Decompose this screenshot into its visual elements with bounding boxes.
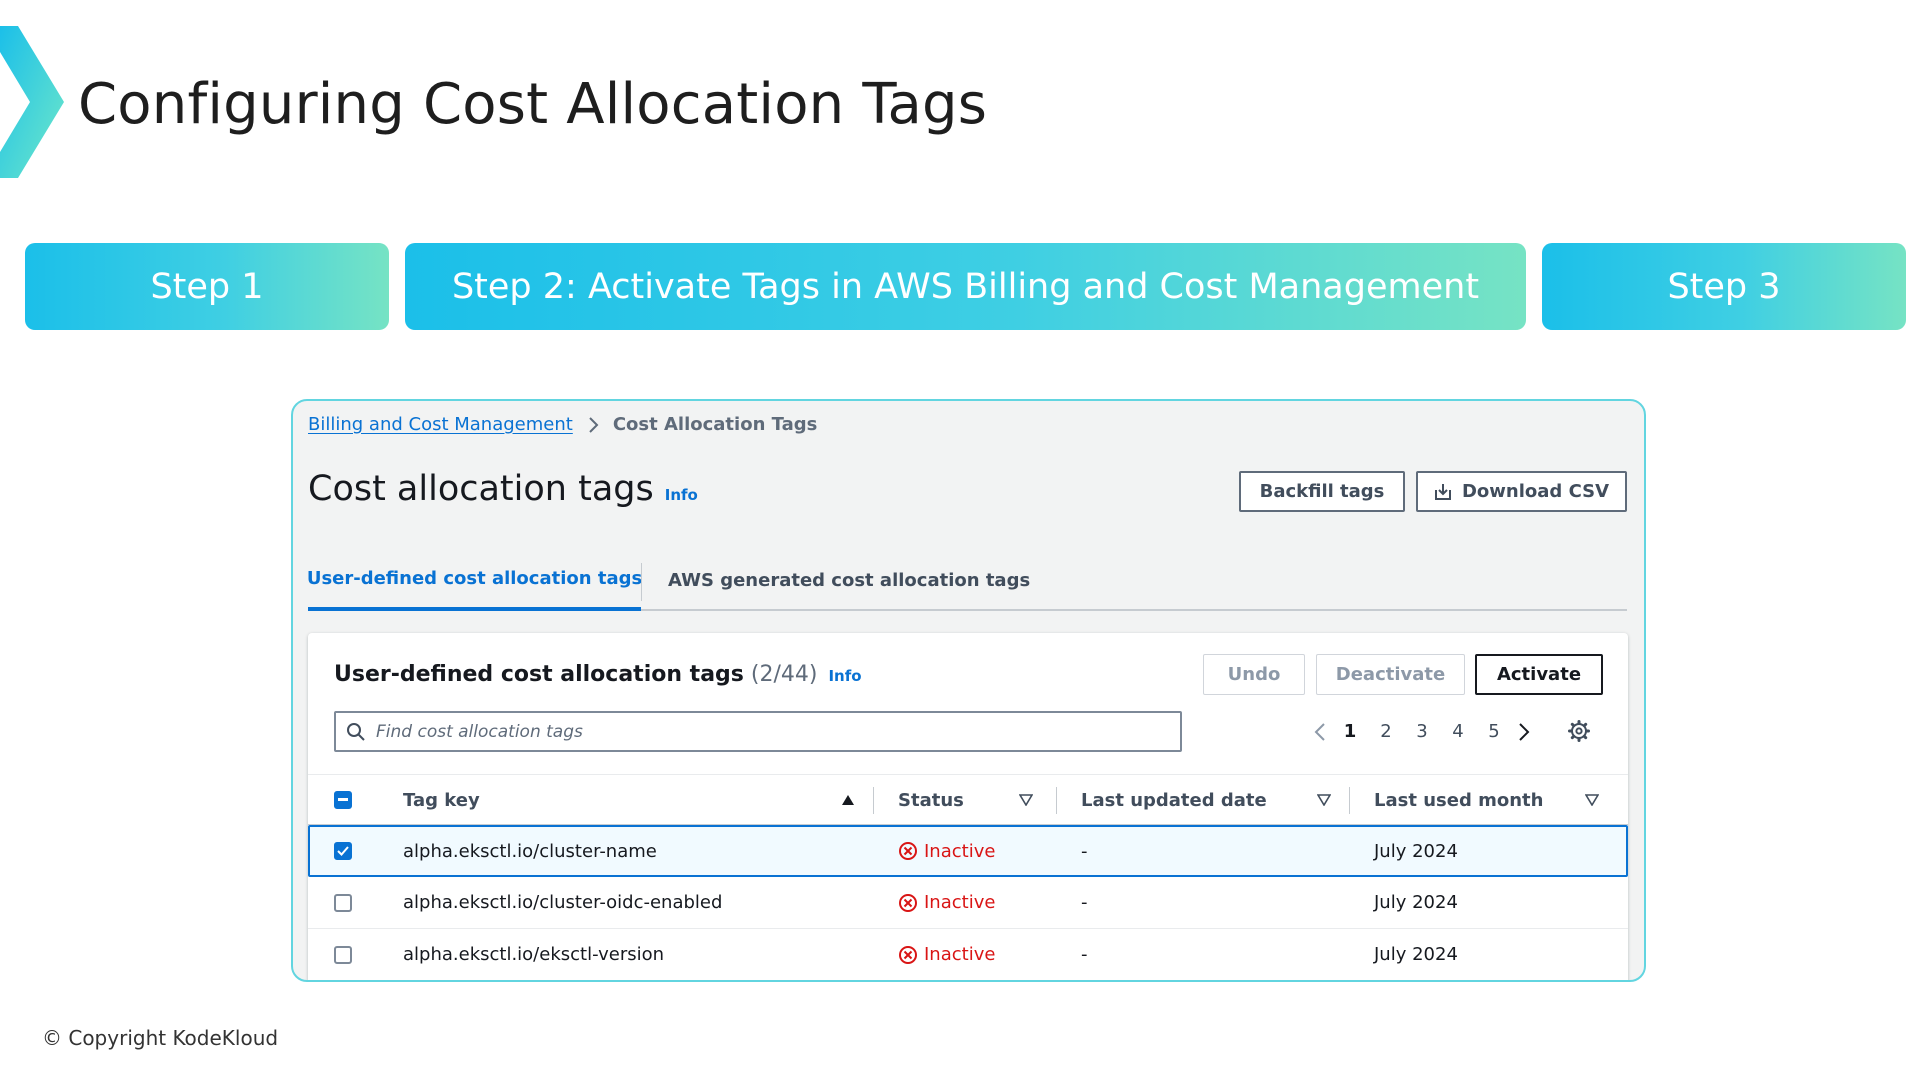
- column-last-updated[interactable]: Last updated date: [1081, 775, 1267, 826]
- page-number-5[interactable]: 5: [1476, 721, 1512, 742]
- deactivate-button[interactable]: Deactivate: [1316, 654, 1465, 695]
- breadcrumb: Billing and Cost Management Cost Allocat…: [308, 414, 817, 435]
- status-cell: Inactive: [898, 929, 995, 980]
- tab-aws-generated[interactable]: AWS generated cost allocation tags: [668, 549, 1030, 611]
- row-checkbox[interactable]: [334, 945, 352, 964]
- breadcrumb-billing-link[interactable]: Billing and Cost Management: [308, 414, 573, 435]
- last-used-cell: July 2024: [1374, 892, 1458, 913]
- status-text: Inactive: [924, 840, 996, 862]
- table-row[interactable]: alpha.eksctl.io/eksctl-version Inactive …: [308, 929, 1628, 980]
- table-title: User-defined cost allocation tags: [334, 662, 744, 687]
- activate-label: Activate: [1496, 664, 1582, 685]
- page-number-1[interactable]: 1: [1332, 721, 1368, 742]
- backfill-tags-label: Backfill tags: [1259, 481, 1385, 502]
- download-csv-label: Download CSV: [1461, 481, 1610, 502]
- row-checkbox[interactable]: [334, 893, 352, 912]
- undo-button[interactable]: Undo: [1203, 654, 1305, 695]
- column-separator: [1349, 787, 1350, 814]
- sort-icon[interactable]: [1585, 794, 1599, 806]
- step-1-banner: Step 1: [25, 243, 389, 330]
- page-number-2[interactable]: 2: [1368, 721, 1404, 742]
- download-icon: [1434, 483, 1452, 501]
- tag-key-cell: alpha.eksctl.io/cluster-oidc-enabled: [403, 892, 723, 913]
- page-number-4[interactable]: 4: [1440, 721, 1476, 742]
- status-cell: Inactive: [898, 877, 995, 928]
- deactivate-label: Deactivate: [1335, 664, 1446, 685]
- step-3-banner: Step 3: [1542, 243, 1906, 330]
- download-csv-button[interactable]: Download CSV: [1416, 471, 1627, 512]
- column-separator: [873, 787, 874, 814]
- chevron-left-icon[interactable]: [1308, 722, 1332, 742]
- last-used-cell: July 2024: [1374, 944, 1458, 965]
- tab-user-defined[interactable]: User-defined cost allocation tags: [307, 549, 642, 611]
- last-updated-cell: -: [1081, 892, 1088, 913]
- last-updated-cell: -: [1081, 944, 1088, 965]
- aws-console-panel: Billing and Cost Management Cost Allocat…: [291, 399, 1646, 982]
- sort-ascending-icon[interactable]: [841, 794, 855, 806]
- column-status[interactable]: Status: [898, 775, 964, 826]
- select-all-checkbox[interactable]: [334, 790, 352, 809]
- sort-icon[interactable]: [1317, 794, 1331, 806]
- row-checkbox[interactable]: [334, 842, 352, 860]
- activate-button[interactable]: Activate: [1475, 654, 1603, 695]
- table-row[interactable]: alpha.eksctl.io/cluster-oidc-enabled Ina…: [308, 877, 1628, 929]
- slide-title: Configuring Cost Allocation Tags: [78, 72, 988, 137]
- search-input[interactable]: [376, 721, 1156, 742]
- search-field[interactable]: [334, 711, 1182, 752]
- status-inactive-icon: [898, 893, 918, 913]
- tag-key-cell: alpha.eksctl.io/cluster-name: [403, 840, 657, 862]
- search-icon: [346, 722, 366, 742]
- last-updated-cell: -: [1081, 840, 1088, 862]
- step-2-banner: Step 2: Activate Tags in AWS Billing and…: [405, 243, 1526, 330]
- page-title: Cost allocation tags: [308, 469, 654, 509]
- undo-label: Undo: [1227, 664, 1281, 685]
- table-heading: User-defined cost allocation tags (2/44)…: [334, 662, 862, 687]
- status-inactive-icon: [898, 841, 918, 861]
- column-last-used[interactable]: Last used month: [1374, 775, 1543, 826]
- status-cell: Inactive: [898, 827, 995, 875]
- table-row[interactable]: alpha.eksctl.io/cluster-name Inactive - …: [308, 825, 1628, 877]
- tab-divider: [641, 563, 642, 601]
- tags-table-container: User-defined cost allocation tags (2/44)…: [308, 633, 1628, 980]
- tags-table: Tag key Status Last updated date Last us…: [308, 774, 1628, 980]
- last-used-cell: July 2024: [1374, 840, 1458, 862]
- kodekloud-chevron-logo: [0, 26, 64, 178]
- tag-key-cell: alpha.eksctl.io/eksctl-version: [403, 944, 665, 965]
- table-header-row: Tag key Status Last updated date Last us…: [308, 774, 1628, 825]
- status-text: Inactive: [924, 892, 996, 913]
- chevron-right-icon[interactable]: [1512, 722, 1536, 742]
- pagination: 1 2 3 4 5: [1308, 711, 1536, 752]
- column-tag-key[interactable]: Tag key: [403, 775, 480, 826]
- copyright-notice: © Copyright KodeKloud: [42, 1026, 279, 1050]
- sort-icon[interactable]: [1019, 794, 1033, 806]
- column-separator: [1056, 787, 1057, 814]
- gear-icon[interactable]: [1568, 720, 1590, 742]
- table-info-link[interactable]: Info: [828, 667, 861, 685]
- status-text: Inactive: [924, 944, 996, 965]
- chevron-right-icon: [587, 416, 599, 434]
- page-info-link[interactable]: Info: [665, 486, 698, 504]
- backfill-tags-button[interactable]: Backfill tags: [1239, 471, 1405, 512]
- breadcrumb-current: Cost Allocation Tags: [612, 414, 818, 435]
- tabs-bar: User-defined cost allocation tags AWS ge…: [307, 549, 1627, 611]
- table-count: (2/44): [750, 662, 818, 687]
- status-inactive-icon: [898, 945, 918, 965]
- page-number-3[interactable]: 3: [1404, 721, 1440, 742]
- page-heading: Cost allocation tags Info: [308, 469, 698, 509]
